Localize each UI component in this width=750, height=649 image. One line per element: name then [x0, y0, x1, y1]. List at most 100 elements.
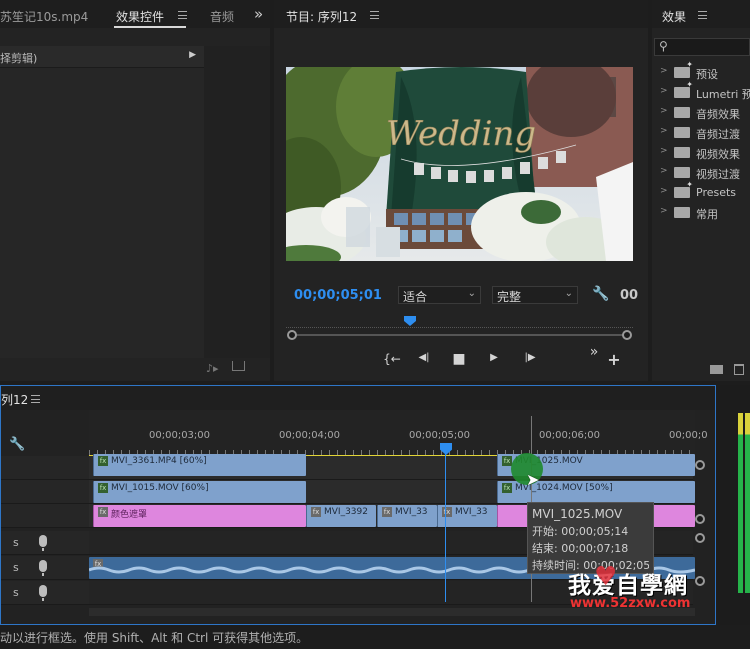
effects-tabbar: 效果 — [652, 0, 750, 28]
export-icon[interactable] — [232, 361, 245, 371]
folder-icon — [674, 180, 693, 198]
vertical-zoom-handle-bottom[interactable] — [695, 514, 705, 524]
track-header-v2[interactable] — [1, 480, 89, 504]
timeline-playhead-line[interactable] — [445, 454, 446, 602]
effects-search-input[interactable]: ⚲ — [654, 38, 750, 56]
track-v2: fx MVI_1015.MOV [60%] fx MVI_1024.MOV [50%… — [89, 480, 695, 504]
timeline-ruler[interactable]: 00;00;03;00 00;00;04;00 00;00;05;00 00;0… — [89, 410, 708, 458]
track-header-a2[interactable]: s — [1, 556, 89, 580]
effects-tree: >预设 >Lumetri 预 >音频效果 >音频过渡 >视频效果 >视频过渡 >… — [652, 60, 750, 362]
step-back-button[interactable]: ◀| — [414, 352, 434, 363]
fx-badge-icon: fx — [98, 507, 108, 517]
stop-button[interactable]: ■ — [449, 351, 469, 367]
clip-tooltip: MVI_1025.MOV 开始: 00;00;05;14 结束: 00;00;0… — [527, 502, 654, 574]
fx-badge-icon: fx — [311, 507, 321, 517]
filter-icon[interactable]: ♪▸ — [206, 362, 219, 375]
clip-color-matte[interactable]: fx 颜色遮罩 — [93, 505, 306, 527]
resolution-dropdown-value: 完整 — [497, 290, 522, 304]
active-tab-underline — [114, 26, 186, 28]
step-forward-button[interactable]: |▶ — [518, 352, 542, 363]
effects-item-lumetri[interactable]: >Lumetri 预 — [652, 80, 750, 103]
tab-effects[interactable]: 效果 — [662, 8, 686, 25]
program-video-frame[interactable]: Wedding — [286, 67, 633, 261]
overflow-icon[interactable]: » — [586, 344, 602, 360]
expand-arrow-icon[interactable]: ▶ — [189, 50, 196, 60]
watermark-url: www.52zxw.com — [570, 596, 691, 611]
chevron-right-icon: > — [660, 186, 668, 196]
ruler-time-1: 00;00;03;00 — [149, 430, 211, 441]
chevron-right-icon: > — [660, 66, 668, 76]
effects-panel: 效果 ⚲ >预设 >Lumetri 预 >音频效果 >音频过渡 >视频效果 >视… — [652, 0, 750, 381]
panel-menu-icon[interactable] — [31, 395, 40, 403]
track-header-v3[interactable] — [1, 456, 89, 480]
ruler-time-3: 00;00;05;00 — [409, 430, 471, 441]
solo-button[interactable]: s — [13, 561, 19, 574]
folder-icon — [674, 147, 690, 158]
zoom-scrollbar[interactable] — [291, 334, 626, 336]
effects-item-audio-effects[interactable]: > 音频效果 — [652, 103, 750, 123]
fx-badge-icon: fx — [98, 456, 108, 466]
panel-menu-icon[interactable] — [178, 11, 187, 19]
watermark-logo: 我爱自學網 ♥ www.52zxw.com — [564, 562, 734, 618]
track-header-a3[interactable]: s — [1, 581, 89, 605]
ruler-time-2: 00;00;04;00 — [279, 430, 341, 441]
new-folder-icon[interactable] — [710, 365, 723, 374]
tab-effect-controls[interactable]: 效果控件 — [116, 8, 164, 25]
effect-controls-panel: 苏笙记10s.mp4 效果控件 音频 » 择剪辑) ▶ ♪▸ — [0, 0, 270, 381]
track-header-a1[interactable]: s — [1, 531, 89, 555]
panel-menu-icon[interactable] — [370, 11, 379, 19]
program-monitor-tabbar: 节目: 序列12 — [274, 0, 648, 28]
track-header-v1[interactable] — [1, 504, 89, 528]
microphone-icon[interactable] — [39, 585, 47, 601]
mark-in-button[interactable]: {← — [382, 352, 402, 366]
folder-icon — [674, 167, 690, 178]
fx-badge-icon: fx — [98, 483, 108, 493]
playhead-timecode[interactable]: 00;00;05;01 — [294, 288, 382, 303]
tab-program-sequence[interactable]: 节目: 序列12 — [286, 8, 357, 25]
tab-source-clip[interactable]: 苏笙记10s.mp4 — [0, 8, 88, 25]
zoom-handle-right[interactable] — [622, 330, 632, 340]
playback-resolution-dropdown[interactable]: 完整 ⌄ — [492, 286, 578, 304]
fit-dropdown[interactable]: 适合 ⌄ — [398, 286, 481, 304]
delete-icon[interactable] — [734, 364, 744, 375]
ruler-time-4: 00;00;06;00 — [539, 430, 601, 441]
solo-button[interactable]: s — [13, 536, 19, 549]
mouse-cursor-icon: ➤ — [526, 470, 540, 489]
zoom-handle-left[interactable] — [287, 330, 297, 340]
effects-item-common[interactable]: > 常用 — [652, 203, 750, 223]
audio-zoom-handle-top[interactable] — [695, 533, 705, 543]
microphone-icon[interactable] — [39, 535, 47, 551]
add-button[interactable]: + — [606, 350, 622, 369]
clip-v1-2[interactable]: fx MVI_3392 — [306, 505, 376, 527]
effects-item-presets[interactable]: >预设 — [652, 60, 750, 83]
overflow-icon[interactable]: » — [254, 5, 263, 23]
play-button[interactable]: ▶ — [484, 352, 504, 363]
effect-controls-keyframe-area — [204, 46, 270, 358]
effect-controls-tabbar: 苏笙记10s.mp4 效果控件 音频 » — [0, 0, 270, 28]
wedding-scene-image: Wedding — [286, 67, 633, 261]
microphone-icon[interactable] — [39, 560, 47, 576]
clip-v3-1[interactable]: fx MVI_3361.MP4 [60%] — [93, 454, 306, 476]
track-v3: fx MVI_3361.MP4 [60%] fx MVI_1025.MOV — [89, 454, 695, 480]
clip-v2-1[interactable]: fx MVI_1015.MOV [60%] — [93, 481, 306, 503]
effects-item-video-transitions[interactable]: > 视频过渡 — [652, 163, 750, 183]
no-clip-selected-text: 择剪辑) — [0, 52, 38, 65]
effects-item-video-effects[interactable]: > 视频效果 — [652, 143, 750, 163]
clip-v1-4[interactable]: fx MVI_33 — [437, 505, 497, 527]
effects-item-audio-transitions[interactable]: > 音频过渡 — [652, 123, 750, 143]
vertical-zoom-handle-top[interactable] — [695, 460, 705, 470]
audio-meter-bar-right — [745, 413, 750, 593]
monitor-time-ruler[interactable] — [286, 318, 633, 328]
wrench-icon[interactable]: 🔧 — [592, 286, 609, 302]
clip-v1-3[interactable]: fx MVI_33 — [377, 505, 437, 527]
tab-audio[interactable]: 音频 — [210, 8, 234, 25]
panel-menu-icon[interactable] — [698, 11, 707, 19]
effects-item-presets-en[interactable]: >Presets — [652, 180, 750, 203]
folder-icon — [674, 80, 693, 98]
wedding-sign-text: Wedding — [386, 114, 536, 154]
tooltip-title: MVI_1025.MOV — [532, 507, 623, 521]
tab-sequence[interactable]: 列12 — [1, 391, 28, 408]
fit-dropdown-value: 适合 — [403, 290, 428, 304]
solo-button[interactable]: s — [13, 586, 19, 599]
wrench-icon[interactable]: 🔧 — [9, 437, 25, 452]
